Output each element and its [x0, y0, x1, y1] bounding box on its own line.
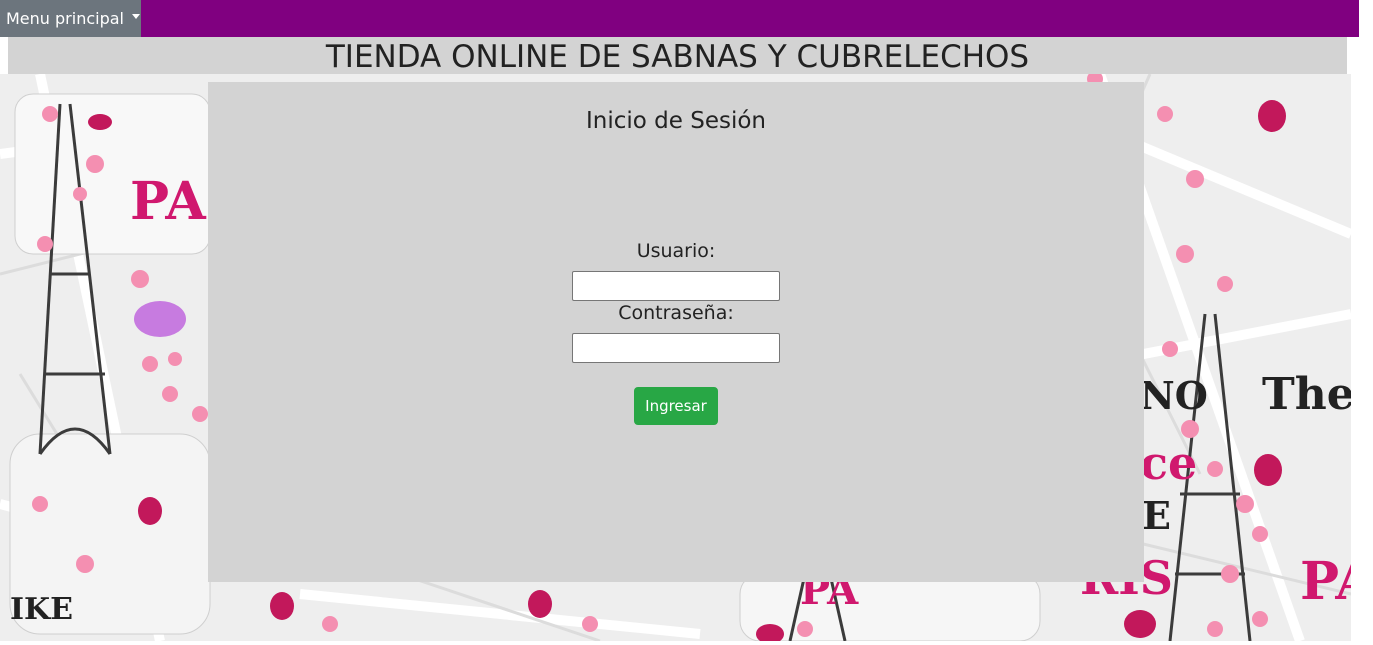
username-input[interactable] [572, 271, 780, 301]
login-panel: Inicio de Sesión Usuario: Contraseña: In… [208, 82, 1144, 582]
password-label: Contraseña: [618, 302, 734, 324]
username-label: Usuario: [636, 240, 716, 262]
svg-text:The: The [1262, 369, 1351, 420]
svg-text:PA: PA [1300, 551, 1351, 612]
svg-text:E: E [1142, 493, 1171, 538]
svg-text:ce: ce [1140, 436, 1197, 490]
svg-text:IKE: IKE [10, 592, 73, 627]
main-menu-dropdown-button[interactable]: Menu principal [0, 0, 141, 37]
svg-text:NO: NO [1140, 373, 1208, 418]
main-menu-label: Menu principal [6, 9, 124, 28]
login-submit-button[interactable]: Ingresar [634, 387, 718, 425]
password-input[interactable] [572, 333, 780, 363]
caret-down-icon [131, 14, 140, 19]
site-title-banner: TIENDA ONLINE DE SABNAS Y CUBRELECHOS [8, 37, 1347, 75]
top-navbar: Menu principal [0, 0, 1359, 37]
site-title: TIENDA ONLINE DE SABNAS Y CUBRELECHOS [325, 39, 1030, 75]
login-heading: Inicio de Sesión [585, 108, 766, 134]
